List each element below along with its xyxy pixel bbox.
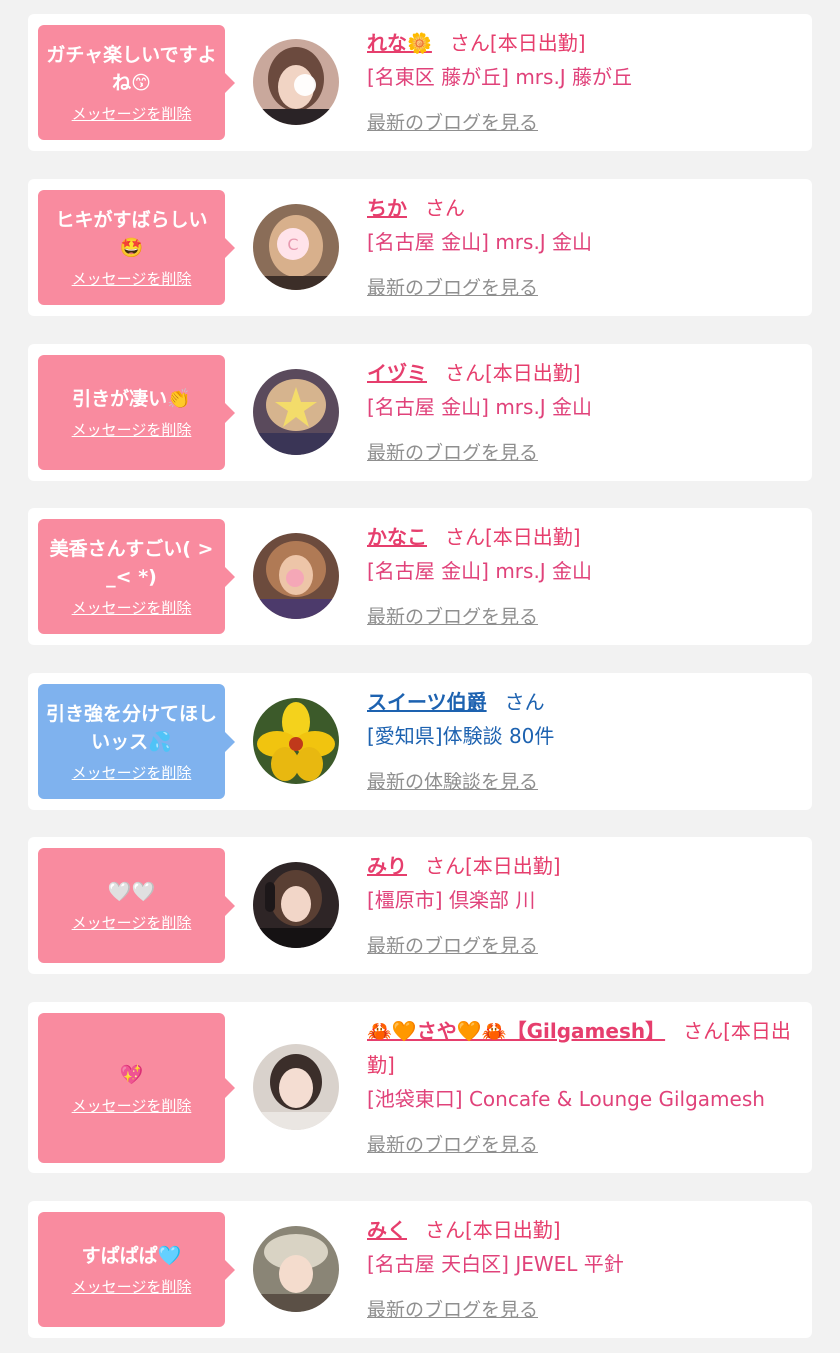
- shop-info: [池袋東口] Concafe & Lounge Gilgamesh: [367, 1087, 765, 1111]
- avatar[interactable]: [253, 39, 339, 125]
- delete-message-link[interactable]: メッセージを削除: [72, 268, 192, 289]
- message-bubble: 引きが凄い👏 メッセージを削除: [38, 355, 235, 470]
- message-text: ガチャ楽しいですよね😙: [46, 44, 217, 94]
- shop-info: [名東区 藤が丘] mrs.J 藤が丘: [367, 65, 633, 89]
- delete-message-link[interactable]: メッセージを削除: [72, 597, 192, 618]
- message-bubble: 💖 メッセージを削除: [38, 1013, 235, 1163]
- avatar-photo: [253, 533, 339, 619]
- delete-message-link[interactable]: メッセージを削除: [72, 1095, 192, 1116]
- shop-info: [名古屋 金山] mrs.J 金山: [367, 559, 593, 583]
- avatar[interactable]: [253, 1226, 339, 1312]
- card-info: れな🌼 さん[本日出勤] [名東区 藤が丘] mrs.J 藤が丘 最新のブログを見…: [367, 26, 796, 135]
- message-text: 💖: [119, 1063, 144, 1086]
- avatar[interactable]: [253, 862, 339, 948]
- avatar[interactable]: [253, 698, 339, 784]
- message-bubble: すぱぱぱ🩵 メッセージを削除: [38, 1212, 235, 1327]
- shop-info: [名古屋 天白区] JEWEL 平針: [367, 1252, 624, 1276]
- cast-name-link[interactable]: イヅミ: [367, 361, 427, 385]
- message-card: 美香さんすごい( > _< *) メッセージを削除 かなこ さん[本日出勤] [名…: [28, 508, 812, 645]
- message-text: 美香さんすごい( > _< *): [49, 538, 214, 588]
- latest-blog-link[interactable]: 最新のブログを見る: [367, 438, 796, 465]
- message-card: 引き強を分けてほしいッス💦 メッセージを削除 スイーツ伯爵 さん [愛知県]体験談…: [28, 673, 812, 810]
- card-info: スイーツ伯爵 さん [愛知県]体験談 80件 最新の体験談を見る: [367, 685, 796, 794]
- delete-message-link[interactable]: メッセージを削除: [72, 419, 192, 440]
- cast-name-link[interactable]: ちか: [367, 196, 407, 220]
- message-bubble: ヒキがすばらしい🤩 メッセージを削除: [38, 190, 235, 305]
- avatar[interactable]: [253, 369, 339, 455]
- message-bubble: 引き強を分けてほしいッス💦 メッセージを削除: [38, 684, 235, 799]
- shop-info: [名古屋 金山] mrs.J 金山: [367, 395, 593, 419]
- avatar-photo: [253, 369, 339, 455]
- cast-name-link[interactable]: かなこ: [367, 525, 427, 549]
- latest-blog-link[interactable]: 最新のブログを見る: [367, 1130, 796, 1157]
- cast-name-link[interactable]: みり: [367, 854, 407, 878]
- cast-name-link[interactable]: れな🌼: [367, 31, 432, 55]
- cast-name-link[interactable]: 🦀🧡さや🧡🦀【Gilgamesh】: [367, 1019, 665, 1043]
- avatar-photo: [253, 862, 339, 948]
- delete-message-link[interactable]: メッセージを削除: [72, 762, 192, 783]
- shop-info: [橿原市] 倶楽部 川: [367, 888, 536, 912]
- latest-blog-link[interactable]: 最新のブログを見る: [367, 1295, 796, 1322]
- cast-status: さん[本日出勤]: [445, 525, 581, 549]
- cast-status: さん[本日出勤]: [425, 1218, 561, 1242]
- message-card: 🤍🤍 メッセージを削除 みり さん[本日出勤] [橿原市] 倶楽部 川 最新のブロ…: [28, 837, 812, 974]
- user-status: さん: [504, 690, 545, 714]
- avatar-photo: [253, 39, 339, 125]
- avatar-photo: C: [253, 204, 339, 290]
- card-info: みり さん[本日出勤] [橿原市] 倶楽部 川 最新のブログを見る: [367, 849, 796, 958]
- message-text: 引きが凄い👏: [72, 388, 191, 410]
- card-info: かなこ さん[本日出勤] [名古屋 金山] mrs.J 金山 最新のブログを見る: [367, 520, 796, 629]
- delete-message-link[interactable]: メッセージを削除: [72, 1276, 192, 1297]
- cast-status: さん: [425, 196, 465, 220]
- avatar-photo: [253, 1044, 339, 1130]
- card-info: ちか さん [名古屋 金山] mrs.J 金山 最新のブログを見る: [367, 191, 796, 300]
- message-bubble: 🤍🤍 メッセージを削除: [38, 848, 235, 963]
- card-info: イヅミ さん[本日出勤] [名古屋 金山] mrs.J 金山 最新のブログを見る: [367, 356, 796, 465]
- review-info: [愛知県]体験談 80件: [367, 724, 555, 748]
- message-card: すぱぱぱ🩵 メッセージを削除 みく さん[本日出勤] [名古屋 天白区] JEWE…: [28, 1201, 812, 1338]
- message-text: すぱぱぱ🩵: [81, 1245, 182, 1267]
- avatar[interactable]: C: [253, 204, 339, 290]
- message-text: 🤍🤍: [107, 881, 156, 903]
- delete-message-link[interactable]: メッセージを削除: [72, 912, 192, 933]
- message-list: ガチャ楽しいですよね😙 メッセージを削除 れな🌼 さん[本日出勤] [名東区 藤が…: [0, 0, 840, 1353]
- user-name-link[interactable]: スイーツ伯爵: [367, 690, 487, 714]
- card-info: 🦀🧡さや🧡🦀【Gilgamesh】 さん[本日出勤] [池袋東口] Concafe…: [367, 1014, 796, 1157]
- latest-blog-link[interactable]: 最新のブログを見る: [367, 602, 796, 629]
- message-card: ヒキがすばらしい🤩 メッセージを削除 C ちか さん [名古屋 金山] mrs.J…: [28, 179, 812, 316]
- message-card: 引きが凄い👏 メッセージを削除 イヅミ さん[本日出勤] [名古屋 金山] mrs…: [28, 344, 812, 481]
- avatar[interactable]: [253, 1044, 339, 1130]
- latest-blog-link[interactable]: 最新のブログを見る: [367, 108, 796, 135]
- message-card: 💖 メッセージを削除 🦀🧡さや🧡🦀【Gilgamesh】 さん[本日出勤] [池袋…: [28, 1002, 812, 1173]
- shop-info: [名古屋 金山] mrs.J 金山: [367, 230, 593, 254]
- avatar[interactable]: [253, 533, 339, 619]
- cast-status: さん[本日出勤]: [449, 31, 586, 55]
- cast-name-link[interactable]: みく: [367, 1218, 407, 1242]
- card-info: みく さん[本日出勤] [名古屋 天白区] JEWEL 平針 最新のブログを見る: [367, 1213, 796, 1322]
- message-bubble: ガチャ楽しいですよね😙 メッセージを削除: [38, 25, 235, 140]
- message-card: ガチャ楽しいですよね😙 メッセージを削除 れな🌼 さん[本日出勤] [名東区 藤が…: [28, 14, 812, 151]
- delete-message-link[interactable]: メッセージを削除: [72, 103, 192, 124]
- latest-review-link[interactable]: 最新の体験談を見る: [367, 767, 796, 794]
- message-bubble: 美香さんすごい( > _< *) メッセージを削除: [38, 519, 235, 634]
- cast-status: さん[本日出勤]: [425, 854, 561, 878]
- message-text: ヒキがすばらしい🤩: [55, 209, 208, 259]
- avatar-photo: [253, 1226, 339, 1312]
- latest-blog-link[interactable]: 最新のブログを見る: [367, 931, 796, 958]
- cast-status: さん[本日出勤]: [445, 361, 581, 385]
- svg-text:C: C: [287, 235, 298, 254]
- latest-blog-link[interactable]: 最新のブログを見る: [367, 273, 796, 300]
- message-text: 引き強を分けてほしいッス💦: [46, 703, 218, 753]
- avatar-photo: [253, 698, 339, 784]
